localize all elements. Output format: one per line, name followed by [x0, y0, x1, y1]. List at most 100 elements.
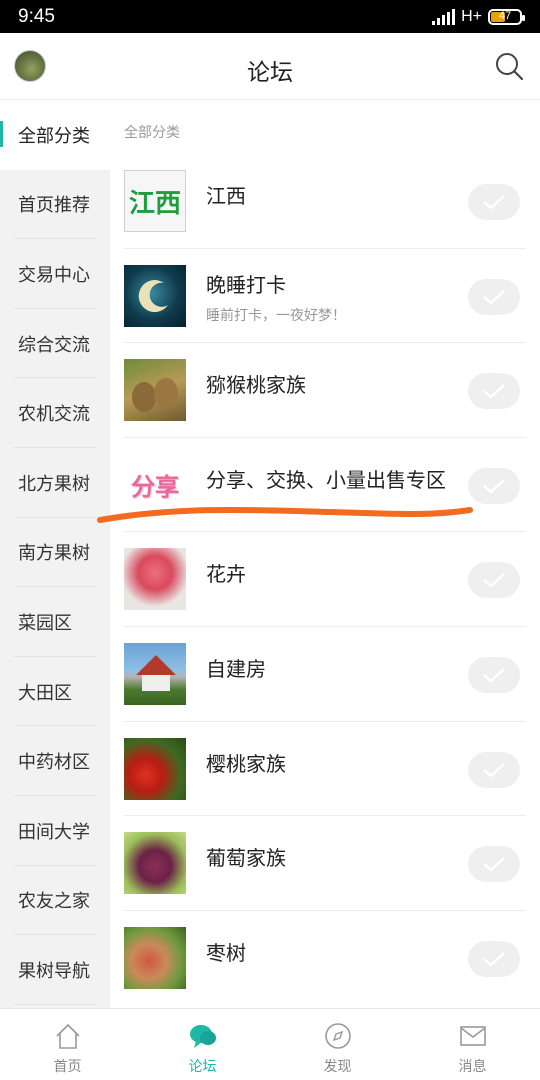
status-bar: 9:45 H+ 47 — [0, 0, 540, 33]
follow-toggle[interactable] — [468, 657, 520, 693]
forum-thumbnail — [124, 737, 186, 800]
check-icon — [483, 857, 505, 872]
nav-label: 发现 — [323, 1059, 352, 1075]
forum-row[interactable]: 江西 江西 — [124, 154, 526, 249]
battery-level: 47 — [498, 10, 512, 22]
nav-messages[interactable]: 消息 — [405, 1009, 540, 1080]
nav-label: 消息 — [458, 1059, 487, 1075]
forum-thumbnail — [124, 926, 186, 989]
sidebar-item-herbal[interactable]: 中药材区 — [0, 726, 110, 796]
search-icon — [496, 53, 524, 81]
forum-title: 枣树 — [206, 940, 246, 965]
forum-row[interactable]: 葡萄家族 — [124, 816, 526, 911]
page-title: 论坛 — [247, 60, 293, 86]
sidebar-item-label: 交易中心 — [18, 264, 90, 286]
section-label: 全部分类 — [124, 125, 180, 141]
forum-row[interactable]: 分享 分享、交换、小量出售专区 — [124, 438, 526, 533]
forum-title: 葡萄家族 — [206, 846, 286, 871]
follow-toggle[interactable] — [468, 278, 520, 315]
forum-title: 花卉 — [206, 562, 246, 587]
sidebar-item-north-fruit[interactable]: 北方果树 — [0, 448, 110, 518]
follow-toggle[interactable] — [468, 373, 520, 410]
status-indicators: H+ 47 — [432, 7, 525, 27]
sidebar-item-label: 农友之家 — [18, 891, 90, 913]
home-icon — [55, 1023, 80, 1049]
forum-thumbnail — [124, 359, 186, 422]
forum-thumbnail: 江西 — [124, 170, 186, 232]
follow-toggle[interactable] — [468, 184, 520, 220]
forum-row[interactable]: 晚睡打卡 睡前打卡，一夜好梦！ — [124, 249, 526, 344]
forum-row[interactable]: 花卉 — [124, 532, 526, 627]
forum-list: 全部分类 江西 江西 晚睡打卡 睡前打卡，一夜好梦！ 猕猴桃家族 分享 分享、交… — [110, 100, 540, 1008]
sidebar-item-friends[interactable]: 农友之家 — [0, 866, 110, 936]
forum-thumbnail: 分享 — [124, 453, 186, 516]
sidebar-item-label: 综合交流 — [18, 334, 90, 356]
forum-title: 樱桃家族 — [206, 751, 286, 776]
check-icon — [483, 384, 505, 399]
forum-thumbnail — [124, 264, 186, 327]
follow-toggle[interactable] — [468, 467, 520, 504]
battery-icon: 47 — [488, 9, 525, 25]
check-icon — [483, 195, 505, 210]
sidebar-item-label: 果树导航 — [18, 960, 90, 982]
forum-row[interactable]: 猕猴桃家族 — [124, 343, 526, 438]
follow-toggle[interactable] — [468, 846, 520, 883]
sidebar-item-south-fruit[interactable]: 南方果树 — [0, 518, 110, 588]
thumbnail-text: 江西 — [128, 188, 181, 219]
sidebar-item-label: 大田区 — [18, 682, 72, 704]
check-icon — [483, 478, 505, 494]
status-time: 9:45 — [18, 6, 55, 27]
nav-home[interactable]: 首页 — [0, 1009, 135, 1080]
search-button[interactable] — [494, 51, 524, 81]
forum-thumbnail — [124, 643, 186, 705]
sidebar-item-label: 北方果树 — [18, 473, 90, 495]
sidebar-item-label: 菜园区 — [18, 612, 72, 634]
forum-title: 江西 — [206, 184, 246, 208]
forum-title: 分享、交换、小量出售专区 — [206, 467, 446, 492]
sidebar-item-general[interactable]: 综合交流 — [0, 309, 110, 379]
sidebar-item-label: 农机交流 — [18, 404, 90, 426]
sidebar-item-field[interactable]: 大田区 — [0, 657, 110, 727]
sidebar-item-recommended[interactable]: 首页推荐 — [0, 170, 110, 240]
forum-thumbnail — [124, 832, 186, 895]
sidebar-item-vegetable[interactable]: 菜园区 — [0, 587, 110, 657]
forum-row[interactable]: 自建房 — [124, 627, 526, 722]
check-icon — [483, 951, 505, 967]
forum-row[interactable]: 枣树 — [124, 911, 526, 1008]
house-icon — [136, 655, 176, 691]
forum-title: 自建房 — [206, 657, 266, 681]
sidebar-item-label: 田间大学 — [18, 821, 90, 843]
forum-title: 晚睡打卡 — [206, 272, 286, 297]
follow-toggle[interactable] — [468, 940, 520, 977]
thumbnail-text: 分享 — [131, 473, 179, 502]
sidebar-item-trade[interactable]: 交易中心 — [0, 239, 110, 309]
kiwi-icon — [132, 378, 178, 413]
forum-thumbnail — [124, 548, 186, 611]
compass-icon — [324, 1023, 351, 1049]
nav-label: 论坛 — [188, 1059, 217, 1075]
check-icon — [483, 762, 505, 778]
nav-discover[interactable]: 发现 — [270, 1009, 405, 1080]
follow-toggle[interactable] — [468, 751, 520, 788]
signal-icon — [432, 9, 456, 25]
check-icon — [483, 573, 505, 589]
follow-toggle[interactable] — [468, 562, 520, 599]
sidebar-item-all[interactable]: 全部分类 — [0, 100, 110, 170]
forum-description: 睡前打卡，一夜好梦！ — [206, 307, 346, 324]
forum-row[interactable]: 樱桃家族 — [124, 722, 526, 817]
chat-bubble-icon — [189, 1025, 216, 1048]
bottom-navigation: 首页 论坛 发现 消息 — [0, 1008, 540, 1080]
nav-label: 首页 — [53, 1059, 82, 1075]
sidebar-item-machinery[interactable]: 农机交流 — [0, 378, 110, 448]
app-header: 论坛 — [0, 33, 540, 100]
sidebar-item-university[interactable]: 田间大学 — [0, 796, 110, 866]
sidebar-item-fruit-nav[interactable]: 果树导航 — [0, 935, 110, 1005]
mail-icon — [459, 1026, 486, 1046]
category-sidebar: 全部分类 首页推荐 交易中心 综合交流 农机交流 北方果树 南方果树 菜园区 大… — [0, 100, 110, 1008]
sidebar-item-label: 全部分类 — [18, 125, 90, 147]
sidebar-item-label: 首页推荐 — [18, 195, 90, 217]
nav-forum[interactable]: 论坛 — [135, 1009, 270, 1080]
sidebar-item-label: 中药材区 — [18, 752, 90, 774]
check-icon — [483, 289, 505, 305]
network-type: H+ — [461, 8, 482, 25]
